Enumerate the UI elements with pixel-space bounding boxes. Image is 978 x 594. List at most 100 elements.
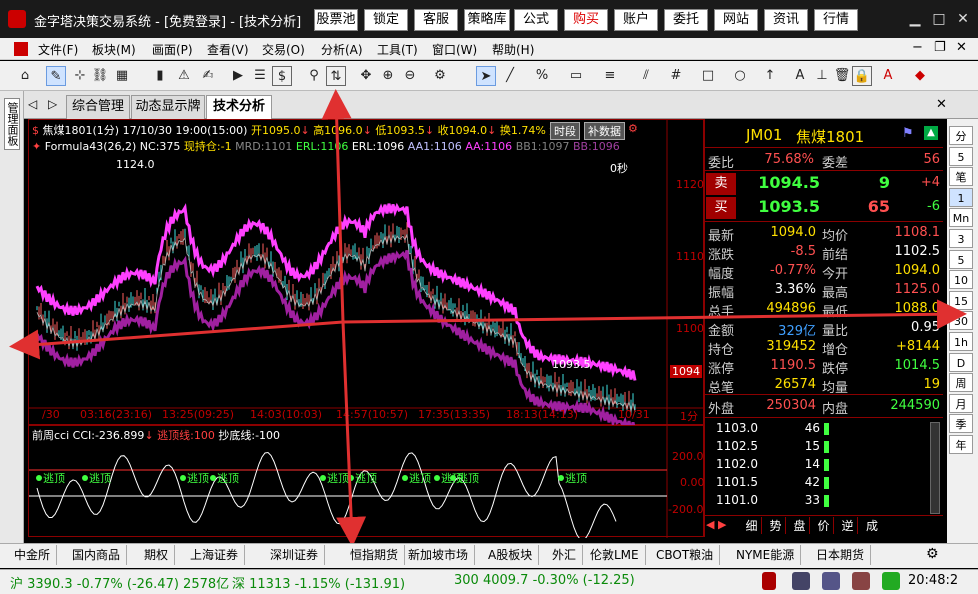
subtab-reverse[interactable]: 逆: [838, 517, 858, 534]
period-button[interactable]: 10: [949, 270, 973, 290]
rect-icon[interactable]: □: [698, 66, 718, 86]
draw-line-icon[interactable]: ✎: [46, 66, 66, 86]
mdi-restore-icon[interactable]: ❐: [934, 40, 946, 55]
menu-help[interactable]: 帮助(H): [492, 41, 534, 58]
order-button[interactable]: 委托: [664, 9, 708, 31]
arrow-up-tool-icon[interactable]: ↑: [760, 66, 780, 86]
font-color-icon[interactable]: A: [878, 66, 898, 86]
text-tool-icon[interactable]: A: [790, 66, 810, 86]
board-tab[interactable]: 恒指期货: [344, 545, 406, 565]
sort-icon[interactable]: ⇅: [326, 66, 346, 86]
manage-panel-toggle[interactable]: 管理面板: [4, 98, 20, 150]
status-book-icon[interactable]: [852, 572, 870, 590]
warning-icon[interactable]: ⚠: [174, 66, 194, 86]
period-button[interactable]: 月: [949, 393, 973, 413]
board-tab[interactable]: 国内商品: [66, 545, 128, 565]
play-icon[interactable]: ▶: [228, 66, 248, 86]
tick-scrollbar[interactable]: [930, 422, 940, 514]
menu-board[interactable]: 板块(M): [92, 41, 136, 58]
move-icon[interactable]: ✥: [356, 66, 376, 86]
arrow-select-icon[interactable]: ➤: [476, 66, 496, 86]
detail-icon[interactable]: ⚑: [902, 126, 914, 141]
tab-technical-analysis[interactable]: 技术分析: [206, 95, 272, 119]
menu-window[interactable]: 窗口(W): [432, 41, 477, 58]
tab-dynamic-board[interactable]: 动态显示牌: [131, 95, 205, 119]
menu-file[interactable]: 文件(F): [38, 41, 78, 58]
ruler-icon[interactable]: ▭: [566, 66, 586, 86]
home-icon[interactable]: ⌂: [15, 66, 35, 86]
news-button[interactable]: 资讯: [764, 9, 808, 31]
board-tab[interactable]: 上海证券: [184, 545, 246, 565]
board-tab[interactable]: 期权: [138, 545, 176, 565]
period-button[interactable]: 15: [949, 290, 973, 310]
board-tab[interactable]: 中金所: [8, 545, 58, 565]
subtab-price[interactable]: 价: [814, 517, 834, 534]
period-button[interactable]: Mn: [949, 208, 973, 228]
status-people-icon[interactable]: [792, 572, 810, 590]
period-button[interactable]: 1: [949, 187, 973, 207]
cursor-icon[interactable]: ⊹: [70, 66, 90, 86]
mdi-close-icon[interactable]: ✕: [956, 40, 967, 55]
period-button[interactable]: 30: [949, 311, 973, 331]
strategy-button[interactable]: 策略库: [464, 9, 510, 31]
pin-icon[interactable]: ⊥: [812, 66, 832, 86]
status-db-icon[interactable]: [762, 572, 776, 590]
board-tab[interactable]: 新加坡市场: [402, 545, 476, 565]
formula-button[interactable]: 公式: [514, 9, 558, 31]
status-chart-icon[interactable]: [822, 572, 840, 590]
board-tab[interactable]: 伦敦LME: [584, 545, 646, 565]
status-signal-icon[interactable]: [882, 572, 900, 590]
menu-view[interactable]: 查看(V): [207, 41, 249, 58]
board-tab[interactable]: NYME能源: [730, 545, 802, 565]
period-button[interactable]: 1h: [949, 332, 973, 351]
indicator-icon[interactable]: ⚙: [628, 122, 638, 135]
quotes-button[interactable]: 行情: [814, 9, 858, 31]
channel-icon[interactable]: ⫽: [636, 66, 656, 86]
grid-icon[interactable]: ▦: [112, 66, 132, 86]
filter-icon[interactable]: ⚲: [304, 66, 324, 86]
trash-icon[interactable]: 🗑: [832, 66, 852, 86]
link-icon[interactable]: ⛓: [90, 66, 110, 86]
close-icon[interactable]: ✕: [952, 8, 974, 30]
subtab-detail[interactable]: 细: [742, 517, 762, 534]
line-tool-icon[interactable]: ╱: [500, 66, 520, 86]
account-button[interactable]: 账户: [614, 9, 658, 31]
minimize-icon[interactable]: ▁: [904, 8, 926, 30]
hlines-icon[interactable]: ≡: [600, 66, 620, 86]
gear-icon[interactable]: ⚙: [430, 66, 450, 86]
zoom-in-icon[interactable]: ⊕: [378, 66, 398, 86]
subtab-book[interactable]: 盘: [790, 517, 810, 534]
period-button[interactable]: 分: [949, 126, 973, 145]
buy-button[interactable]: 购买: [564, 9, 608, 31]
subtab-trades[interactable]: 成: [862, 517, 882, 534]
period-button[interactable]: 年: [949, 435, 973, 454]
board-tab[interactable]: 外汇: [546, 545, 584, 565]
period-button[interactable]: 周: [949, 373, 973, 393]
menu-trade[interactable]: 交易(O): [262, 41, 305, 58]
tab-next-icon[interactable]: ▷: [48, 97, 57, 111]
board-tab[interactable]: A股板块: [482, 545, 540, 565]
zoom-out-icon[interactable]: ⊖: [400, 66, 420, 86]
dollar-icon[interactable]: $: [272, 66, 292, 86]
board-tab[interactable]: 深圳证券: [264, 545, 326, 565]
lock-button[interactable]: 锁定: [364, 9, 408, 31]
website-button[interactable]: 网站: [714, 9, 758, 31]
subtab-prev-icon[interactable]: ◀: [706, 518, 714, 531]
maximize-icon[interactable]: □: [928, 8, 950, 30]
board-tab[interactable]: CBOT粮油: [650, 545, 721, 565]
edit-icon[interactable]: ✍: [198, 66, 218, 86]
period-button[interactable]: 5: [949, 249, 973, 269]
tab-prev-icon[interactable]: ◁: [28, 97, 37, 111]
hash-icon[interactable]: #: [666, 66, 686, 86]
period-button[interactable]: 季: [949, 414, 973, 434]
period-button[interactable]: D: [949, 352, 973, 372]
board-settings-icon[interactable]: ⚙: [926, 546, 939, 562]
tab-close-icon[interactable]: ✕: [936, 97, 947, 112]
menu-tools[interactable]: 工具(T): [377, 41, 418, 58]
tab-overview[interactable]: 综合管理: [66, 95, 130, 119]
paint-icon[interactable]: ◆: [910, 66, 930, 86]
pool-button[interactable]: 股票池: [314, 9, 358, 31]
service-button[interactable]: 客服: [414, 9, 458, 31]
lock-icon[interactable]: 🔒: [852, 66, 872, 86]
period-button[interactable]: 3: [949, 229, 973, 248]
